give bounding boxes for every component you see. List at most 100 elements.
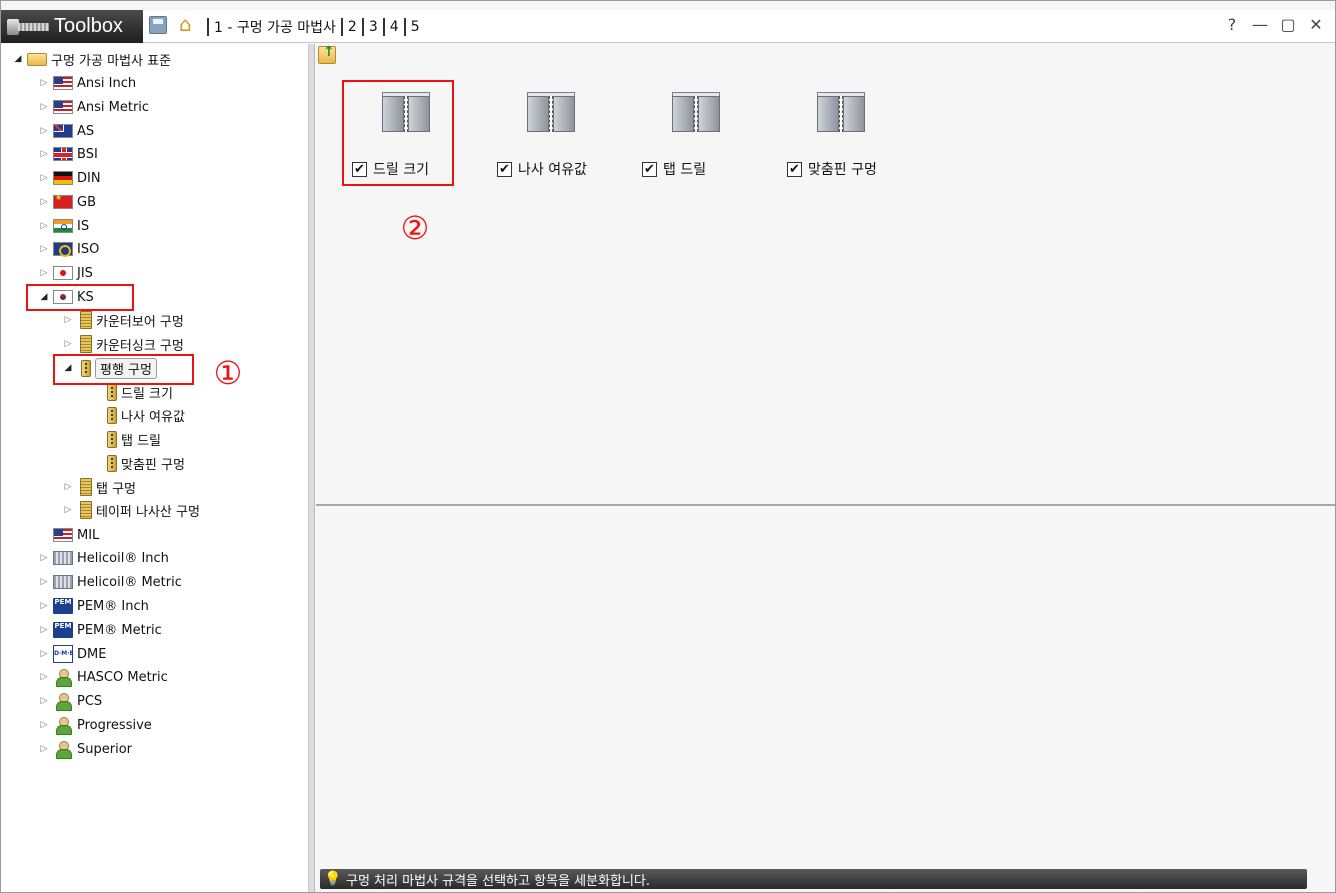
toolbox-tab[interactable]: Toolbox [1,10,143,43]
expand-arrow-icon[interactable]: ▷ [37,720,51,730]
tree-item-standard[interactable]: ▷ PEM PEM® Inch [37,595,149,617]
breadcrumb-step-1[interactable]: 1 - 구멍 가공 마법사 [212,17,338,37]
tree-item-label: 맞춤핀 구멍 [121,457,185,473]
helicoil-icon [53,551,73,565]
status-bar: 💡 구멍 처리 마법사 규격을 선택하고 항목을 세분화합니다. [320,869,1307,889]
breadcrumb-step-5[interactable]: 5 [409,19,422,35]
expand-arrow-icon[interactable]: ▷ [37,173,51,183]
tree-item-leaf[interactable]: 맞춤핀 구멍 [101,452,185,474]
uk-flag-icon [53,147,73,161]
tree-item-standard[interactable]: ▷ Ansi Metric [37,96,150,118]
dme-icon: D·M·E [53,645,74,663]
expand-arrow-icon[interactable]: ▷ [37,625,51,635]
tree-item-standard[interactable]: ▷ Progressive [37,714,152,736]
expand-arrow-icon[interactable]: ▷ [37,601,51,611]
expand-arrow-icon[interactable]: ▷ [37,221,51,231]
category-item[interactable]: ✔ 나사 여유값 [487,84,607,194]
tapered-thread-hole-icon [80,501,92,519]
tree-item-label: Progressive [77,717,152,733]
tree-item-leaf[interactable]: 나사 여유값 [101,404,185,426]
expand-arrow-icon[interactable]: ▷ [37,78,51,88]
tree-item-standard[interactable]: ▷ IS [37,215,90,237]
collapse-arrow-icon[interactable]: ◢ [11,54,25,64]
tree-item-leaf[interactable]: 탭 드릴 [101,428,161,450]
expand-arrow-icon[interactable]: ▷ [37,149,51,159]
tree-item-standard[interactable]: MIL [37,524,99,546]
tree-item-standard[interactable]: ▷ PEM PEM® Metric [37,619,162,641]
pem-icon: PEM [53,622,73,638]
expand-arrow-icon[interactable]: ▷ [37,672,51,682]
expand-arrow-icon[interactable]: ▷ [37,102,51,112]
breadcrumb-step-2[interactable]: 2 [346,19,359,35]
category-label: 맞춤핀 구멍 [808,162,877,178]
breadcrumb-step-4[interactable]: 4 [388,19,401,35]
category-checkbox[interactable]: ✔ [497,161,512,177]
helicoil-icon [53,575,73,589]
expand-arrow-icon[interactable]: ▷ [37,126,51,136]
tree-item-standard[interactable]: ▷ Ansi Inch [37,72,137,94]
tree-item-standard[interactable]: ▷ DIN [37,167,101,189]
category-checkbox[interactable]: ✔ [787,161,802,177]
step-1-marker: ① [213,354,243,392]
expand-arrow-icon[interactable]: ▷ [37,696,51,706]
category-item[interactable]: ✔ 맞춤핀 구멍 [777,84,897,194]
tree-item-standard[interactable]: ▷ HASCO Metric [37,666,168,688]
save-icon[interactable] [149,16,167,34]
help-icon[interactable]: ? [1223,15,1241,34]
tree-item-standard[interactable]: ▷ ISO [37,238,99,260]
tree-item-label: 카운터보어 구멍 [96,314,184,330]
folder-icon [27,52,47,66]
expand-arrow-icon[interactable]: ▷ [37,244,51,254]
tree-item-label: PCS [77,693,103,709]
tree-item-standard[interactable]: ▷ PCS [37,690,102,712]
tree-item-standard[interactable]: ▷ GB [37,191,96,213]
straight-hole-icon [107,383,117,401]
expand-arrow-icon[interactable]: ▷ [61,482,75,492]
expand-arrow-icon[interactable]: ▷ [37,577,51,587]
tree-item-standard[interactable]: ▷ Helicoil® Inch [37,547,169,569]
tree-root[interactable]: ◢ 구멍 가공 마법사 표준 [11,48,171,70]
tree-item-standard[interactable]: ▷ AS [37,120,95,142]
counterbore-hole-icon [80,311,92,329]
tree-item-label: AS [77,123,95,139]
tree-item-standard[interactable]: ▷ Helicoil® Metric [37,571,182,593]
step-2-marker: ② [400,209,430,247]
toolbox-window: Toolbox ⌂ 1 - 구멍 가공 마법사 2 3 4 5 ? — ▢ ✕ … [0,0,1336,893]
expand-arrow-icon[interactable]: ▷ [37,744,51,754]
vertical-splitter[interactable] [309,44,315,892]
details-pane [316,506,1335,868]
tree-item-standard[interactable]: ▷ JIS [37,262,93,284]
tree-item-hole-type[interactable]: ▷ 테이퍼 나사산 구멍 [61,499,200,521]
minimize-icon[interactable]: — [1251,15,1269,34]
person-icon [53,740,73,759]
expand-arrow-icon[interactable]: ▷ [37,197,51,207]
breadcrumb: 1 - 구멍 가공 마법사 2 3 4 5 [204,17,422,37]
tree-item-label: 탭 구멍 [96,481,137,497]
tree-item-hole-type[interactable]: ▷ 카운터싱크 구멍 [61,333,184,355]
tree-item-hole-type[interactable]: ▷ 카운터보어 구멍 [61,309,184,331]
expand-arrow-icon[interactable]: ▷ [61,315,75,325]
tree-item-label: IS [77,218,90,234]
expand-arrow-icon[interactable]: ▷ [37,268,51,278]
expand-arrow-icon[interactable]: ▷ [61,505,75,515]
tree-item-label: JIS [77,265,93,281]
expand-arrow-icon[interactable]: ▷ [61,339,75,349]
us-flag-icon [53,76,73,90]
china-flag-icon [53,193,73,209]
folder-up-icon[interactable] [318,44,336,64]
status-text: 구멍 처리 마법사 규격을 선택하고 항목을 세분화합니다. [346,873,651,889]
expand-arrow-icon[interactable]: ▷ [37,553,51,563]
expand-arrow-icon[interactable]: ▷ [37,649,51,659]
tree-item-standard[interactable]: ▷ D·M·E DME [37,643,106,665]
tree-item-hole-type[interactable]: ▷ 탭 구멍 [61,476,136,498]
category-item[interactable]: ✔ 탭 드릴 [632,84,752,194]
tree-root-label: 구멍 가공 마법사 표준 [51,53,172,69]
category-checkbox[interactable]: ✔ [642,161,657,177]
germany-flag-icon [53,171,73,185]
tree-item-standard[interactable]: ▷ Superior [37,738,132,760]
tree-item-standard[interactable]: ▷ BSI [37,143,98,165]
home-icon[interactable]: ⌂ [179,13,201,35]
maximize-icon[interactable]: ▢ [1279,15,1297,34]
breadcrumb-step-3[interactable]: 3 [367,19,380,35]
close-icon[interactable]: ✕ [1307,15,1325,34]
